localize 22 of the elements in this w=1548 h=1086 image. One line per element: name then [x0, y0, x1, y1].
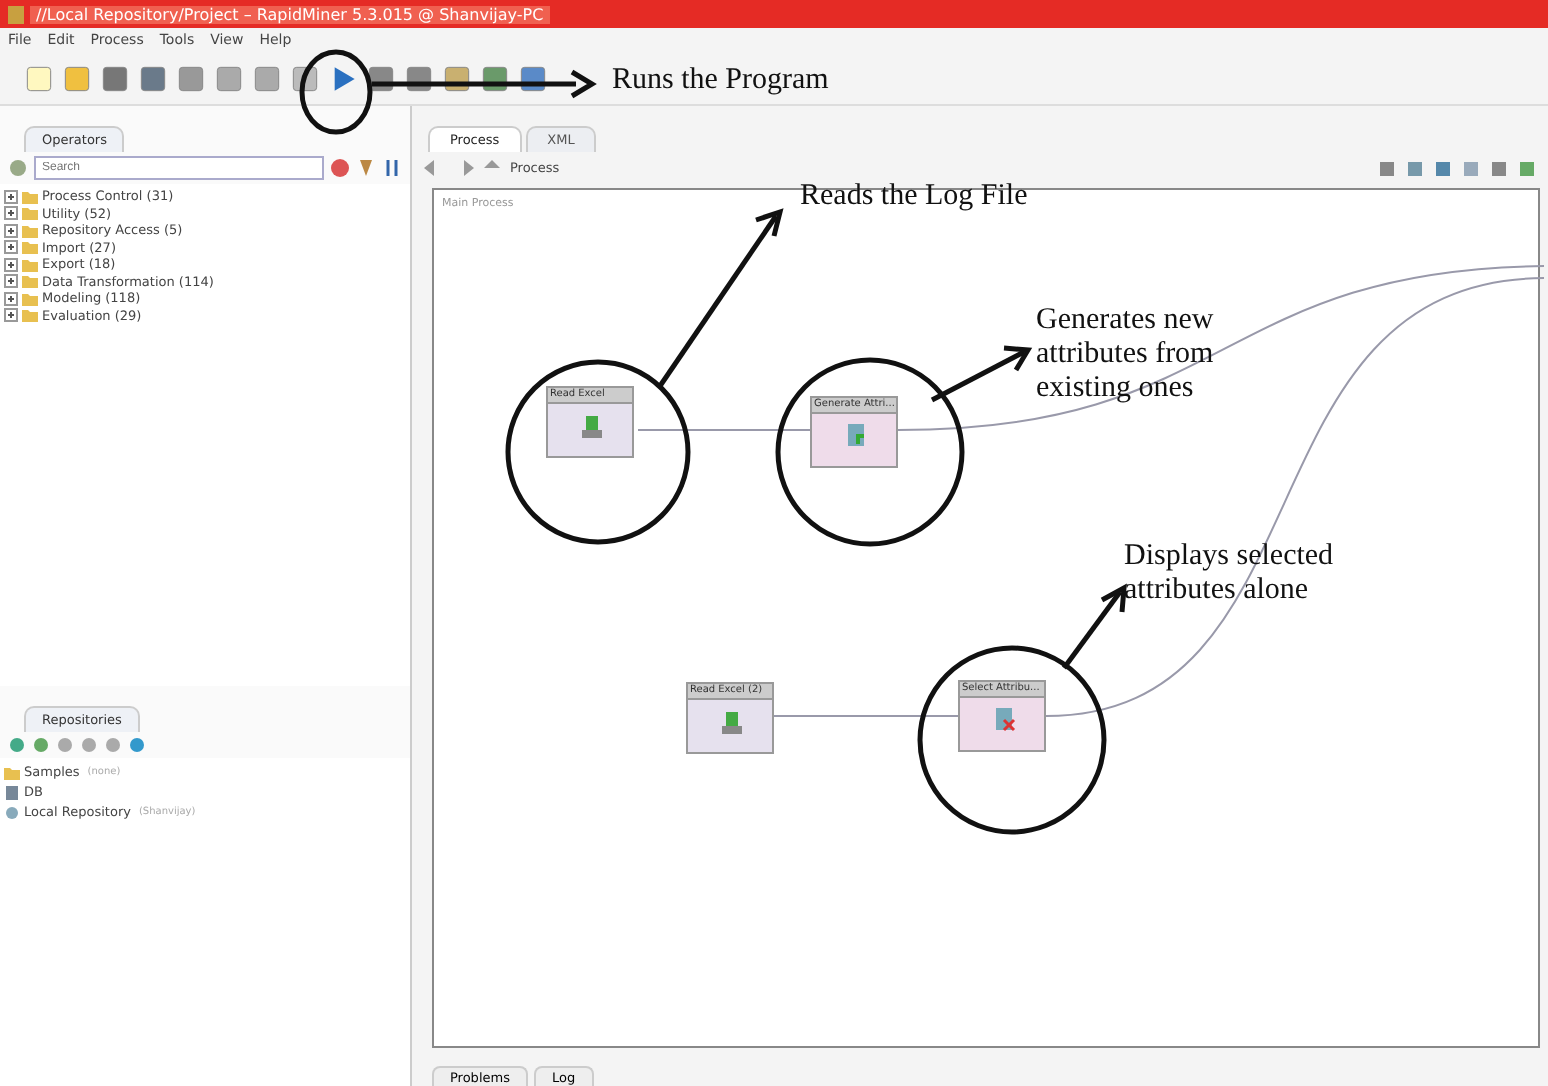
folder-icon: [4, 765, 20, 779]
app-icon: [8, 5, 24, 23]
window-title: //Local Repository/Project – RapidMiner 5.3.015 @ Shanvijay-PC: [30, 5, 550, 23]
expand-toggle[interactable]: [4, 240, 18, 255]
annotation-text: Reads the Log File: [800, 180, 1030, 214]
expand-toggle[interactable]: [4, 274, 18, 289]
annotation-text: Runs the Program: [612, 64, 831, 98]
operator-icon: [844, 422, 868, 450]
operator-icon: [992, 706, 1016, 734]
annotation-text: Generates new attributes from existing ones: [1036, 304, 1216, 406]
operator-icon: [720, 708, 744, 736]
filter-icon[interactable]: [356, 158, 376, 178]
expand-toggle[interactable]: [4, 206, 18, 221]
expand-toggle[interactable]: [4, 257, 18, 272]
expand-toggle[interactable]: [4, 189, 18, 204]
arrow: [930, 345, 1033, 403]
highlight-circle: [299, 49, 373, 135]
operator-icon: [580, 412, 604, 440]
expand-toggle[interactable]: [4, 308, 18, 323]
expand-toggle[interactable]: [4, 223, 18, 238]
arrow: [1062, 583, 1127, 670]
expand-toggle[interactable]: [4, 291, 18, 306]
